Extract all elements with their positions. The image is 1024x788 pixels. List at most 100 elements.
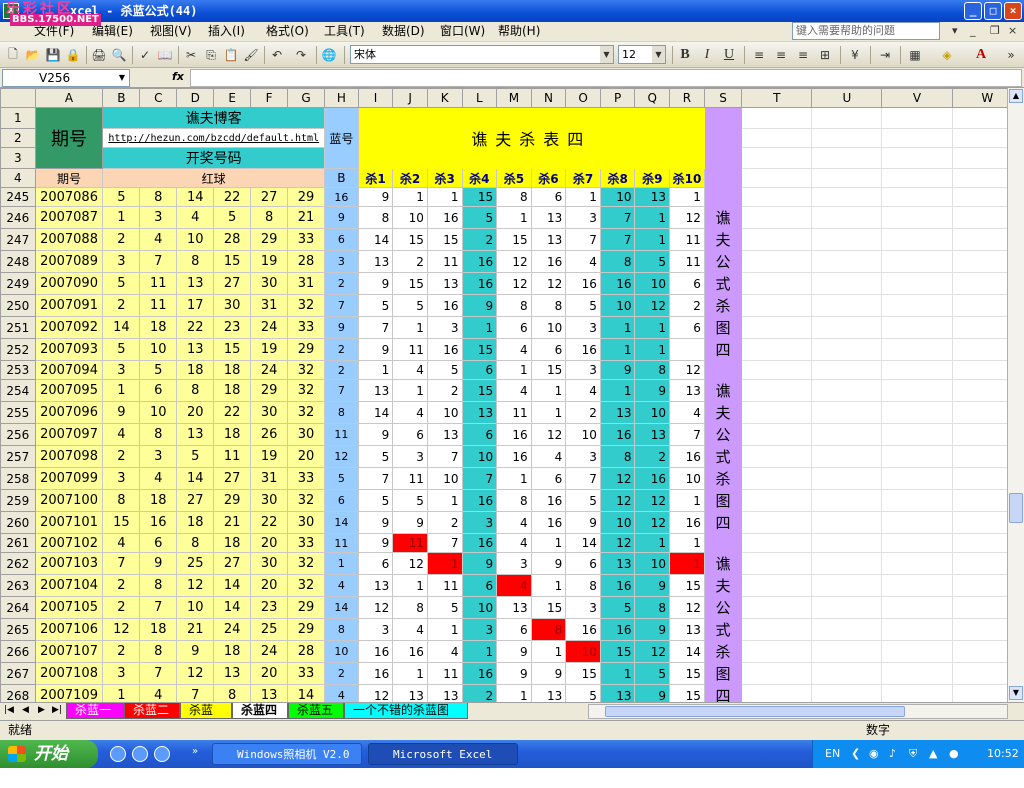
subheader-sha-5[interactable]: 杀5 (496, 168, 532, 188)
kill-cell[interactable]: 4 (669, 401, 705, 424)
spreadsheet-grid[interactable]: A B C D E F G H I J K L M N O P Q R S T U V W 1 期号 谯夫博客 蓝号 谯夫杀表四 2 ht… (0, 88, 1024, 702)
kill-cell[interactable]: 10 (599, 294, 636, 317)
row-header[interactable]: 247 (0, 228, 36, 251)
kill-cell[interactable]: 4 (426, 640, 463, 663)
column-header-e[interactable]: E (213, 88, 252, 108)
kill-cell[interactable]: 15 (392, 228, 428, 251)
undo-icon[interactable]: ↶ (268, 46, 286, 64)
menu-format[interactable]: 格式(O) (266, 22, 309, 40)
red-ball-cell[interactable]: 31 (250, 467, 289, 490)
kill-cell[interactable]: 11 (669, 250, 705, 273)
red-ball-cell[interactable]: 20 (250, 574, 289, 597)
underline-button[interactable]: U (720, 46, 738, 64)
row-header[interactable]: 268 (0, 684, 36, 702)
kill-cell[interactable]: 13 (461, 401, 498, 424)
menu-file[interactable]: 文件(F) (34, 22, 74, 40)
cell[interactable] (811, 552, 883, 575)
kill-cell[interactable]: 15 (496, 228, 532, 251)
menu-data[interactable]: 数据(D) (382, 22, 425, 40)
kill-cell[interactable]: 5 (634, 250, 671, 273)
period-cell[interactable]: 2007109 (34, 684, 104, 702)
row-header[interactable]: 259 (0, 489, 36, 512)
doc-close-button[interactable]: × (1008, 24, 1017, 37)
red-ball-cell[interactable]: 27 (213, 467, 252, 490)
kill-cell[interactable]: 12 (530, 272, 567, 295)
indent-icon[interactable]: ⇥ (876, 46, 894, 64)
red-ball-cell[interactable]: 1 (102, 379, 141, 402)
kill-cell[interactable]: 1 (392, 316, 428, 339)
cell[interactable] (881, 316, 953, 339)
kill-cell[interactable]: 13 (426, 423, 463, 446)
cell[interactable] (741, 379, 813, 402)
red-ball-cell[interactable]: 28 (213, 228, 252, 251)
blue-ball-cell[interactable]: 9 (324, 316, 359, 339)
period-cell[interactable]: 2007104 (34, 574, 104, 597)
kill-cell[interactable]: 15 (669, 574, 705, 597)
kill-cell[interactable]: 6 (357, 552, 394, 575)
kill-cell[interactable]: 11 (426, 250, 463, 273)
kill-cell[interactable]: 2 (565, 401, 601, 424)
cell[interactable] (811, 250, 883, 273)
side-text-cell[interactable]: 夫 (703, 574, 743, 597)
row-header[interactable]: 263 (0, 574, 36, 597)
kill-cell[interactable]: 15 (530, 360, 567, 380)
red-ball-cell[interactable]: 3 (139, 206, 178, 229)
red-ball-cell[interactable]: 30 (250, 401, 289, 424)
row-header[interactable]: 249 (0, 272, 36, 295)
kill-cell[interactable]: 1 (634, 228, 671, 251)
red-ball-cell[interactable]: 7 (139, 250, 178, 273)
kill-cell[interactable]: 1 (669, 187, 705, 207)
column-header-i[interactable]: I (357, 88, 394, 108)
menu-help[interactable]: 帮助(H) (498, 22, 540, 40)
kill-cell[interactable]: 16 (357, 640, 394, 663)
red-ball-cell[interactable]: 21 (287, 206, 325, 229)
cell[interactable] (811, 533, 883, 553)
red-ball-cell[interactable]: 29 (250, 228, 289, 251)
column-header-r[interactable]: R (669, 88, 705, 108)
red-ball-cell[interactable]: 33 (287, 533, 325, 553)
blue-ball-cell[interactable]: 11 (324, 423, 359, 446)
subheader-sha-2[interactable]: 杀2 (392, 168, 428, 188)
kill-cell[interactable]: 7 (357, 316, 394, 339)
red-ball-cell[interactable]: 2 (102, 445, 141, 468)
cell[interactable] (741, 596, 813, 619)
kill-cell[interactable]: 9 (357, 533, 394, 553)
red-ball-cell[interactable]: 8 (102, 489, 141, 512)
red-ball-cell[interactable]: 33 (287, 662, 325, 685)
kill-cell[interactable]: 8 (357, 206, 394, 229)
kill-cell[interactable]: 16 (461, 272, 498, 295)
kill-cell[interactable]: 1 (669, 533, 705, 553)
cell[interactable] (881, 684, 953, 702)
red-ball-cell[interactable]: 8 (139, 574, 178, 597)
row-header-1[interactable]: 1 (0, 107, 36, 129)
red-ball-cell[interactable]: 18 (213, 640, 252, 663)
kill-cell[interactable]: 12 (357, 596, 394, 619)
currency-icon[interactable]: ¥ (846, 46, 864, 64)
red-ball-cell[interactable]: 11 (139, 272, 178, 295)
kill-cell[interactable]: 1 (392, 379, 428, 402)
cell[interactable] (881, 445, 953, 468)
kill-cell[interactable]: 13 (669, 379, 705, 402)
red-ball-cell[interactable]: 29 (287, 596, 325, 619)
kill-cell[interactable]: 14 (357, 228, 394, 251)
red-ball-cell[interactable]: 2 (102, 640, 141, 663)
blue-ball-cell[interactable]: 9 (324, 206, 359, 229)
kill-cell[interactable]: 7 (669, 423, 705, 446)
kill-cell[interactable]: 11 (426, 662, 463, 685)
side-text-cell[interactable]: 图 (703, 316, 743, 339)
research-icon[interactable]: 📖 (156, 46, 174, 64)
cell[interactable] (741, 533, 813, 553)
kill-cell[interactable]: 9 (496, 640, 532, 663)
kill-cell[interactable]: 5 (565, 489, 601, 512)
cell[interactable] (811, 379, 883, 402)
kill-cell[interactable]: 7 (599, 206, 636, 229)
red-ball-cell[interactable]: 7 (176, 684, 215, 702)
horizontal-scroll-thumb[interactable] (605, 706, 905, 717)
next-sheet-icon[interactable]: ▶ (38, 705, 45, 715)
cell[interactable] (881, 618, 953, 641)
red-ball-cell[interactable]: 8 (176, 250, 215, 273)
cell[interactable] (811, 574, 883, 597)
red-ball-cell[interactable]: 22 (176, 316, 215, 339)
red-ball-cell[interactable]: 15 (102, 511, 141, 534)
kill-cell[interactable]: 2 (634, 445, 671, 468)
